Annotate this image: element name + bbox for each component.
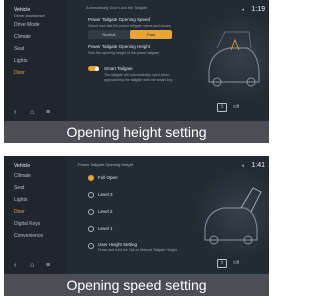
caption: Opening height setting [4,121,269,143]
vehicle-rear-image [195,166,269,261]
smart-tailgate-toggle[interactable] [88,66,99,71]
speed-segmented: Normal Fast [88,30,172,39]
speed-normal-option[interactable]: Normal [88,30,130,39]
speed-label: Power Tailgate Opening Speed [88,17,150,22]
option-level-1[interactable]: Level 1 [98,226,113,231]
sidebar-item-lights[interactable]: Lights [14,197,27,203]
car-rear-icon [208,31,260,87]
option-level-3[interactable]: Level 3 [98,192,113,197]
radio-level-2[interactable] [88,209,94,215]
screenshot-panel-speed: Vehicle Climate Seat Lights Door Digital… [4,156,269,296]
page-header: Power Tailgate Opening Height [78,162,134,167]
caption: Opening speed setting [4,274,269,296]
menu-icon[interactable]: ≡ [46,109,50,116]
off-label: Off [233,260,239,265]
sidebar: Vehicle Driver Assistance Drive Mode Cli… [4,0,66,121]
sidebar: Vehicle Climate Seat Lights Door Digital… [4,156,66,274]
sidebar-item-digital-keys[interactable]: Digital Keys [14,221,40,227]
sidebar-item-seat[interactable]: Seat [14,185,24,191]
sidebar-item-convenience[interactable]: Convenience [14,233,43,239]
smart-tailgate-label: Smart Tailgate [104,66,133,71]
car-open-tailgate-icon [204,187,262,245]
sidebar-item-climate[interactable]: Climate [14,34,31,40]
clock: 1:19 [251,6,265,13]
vehicle-rear-image [195,10,269,105]
sidebar-item-lights[interactable]: Lights [14,58,27,64]
bottom-controls: ‹ ⌂ ≡ [4,107,66,121]
bottom-controls: ‹ ⌂ ≡ [4,260,66,274]
speed-sub: Select how fast the power tailgate opens… [88,24,171,28]
radio-level-1[interactable] [88,226,94,232]
signal-icon: ◂ [241,7,244,13]
top-hint: Automatically Door Lock the Tailgate [86,6,148,10]
sidebar-item-seat[interactable]: Seat [14,46,24,52]
power-tailgate-icon[interactable]: ⇧ [217,103,227,112]
radio-user-height[interactable] [88,243,94,249]
height-label[interactable]: Power Tailgate Opening Height [88,44,150,49]
sidebar-item-door[interactable]: Door [14,209,25,215]
option-level-2[interactable]: Level 2 [98,209,113,214]
signal-icon: ◂ [241,163,244,169]
off-label: Off [233,104,239,109]
home-icon[interactable]: ⌂ [30,262,34,269]
screenshot-panel-height: Vehicle Driver Assistance Drive Mode Cli… [4,0,269,143]
sidebar-item-drive-mode[interactable]: Drive Mode [14,22,40,28]
smart-sub-2: approaching the tailgate with the smart … [104,78,174,82]
speed-fast-option[interactable]: Fast [130,30,172,39]
menu-icon[interactable]: ≡ [46,262,50,269]
clock: 1:41 [251,162,265,169]
home-icon[interactable]: ⌂ [30,109,34,116]
option-user-height[interactable]: User Height Setting [98,242,137,247]
smart-sub-1: The tailgate will automatically open whe… [104,73,170,77]
sidebar-subtitle[interactable]: Driver Assistance [14,13,45,18]
height-sub: Sets the opening height of the power tai… [88,51,160,55]
back-icon[interactable]: ‹ [14,262,16,269]
sidebar-item-climate[interactable]: Climate [14,173,31,179]
sidebar-title[interactable]: Vehicle [14,163,30,169]
power-tailgate-icon[interactable]: ⇧ [217,259,227,268]
back-icon[interactable]: ‹ [14,109,16,116]
radio-level-3[interactable] [88,192,94,198]
user-height-sub: Press and hold the Tail on Manual Tailga… [98,248,177,252]
sidebar-item-door[interactable]: Door [14,70,25,76]
option-full-open[interactable]: Full Open [98,175,118,180]
radio-full-open[interactable] [88,175,94,181]
